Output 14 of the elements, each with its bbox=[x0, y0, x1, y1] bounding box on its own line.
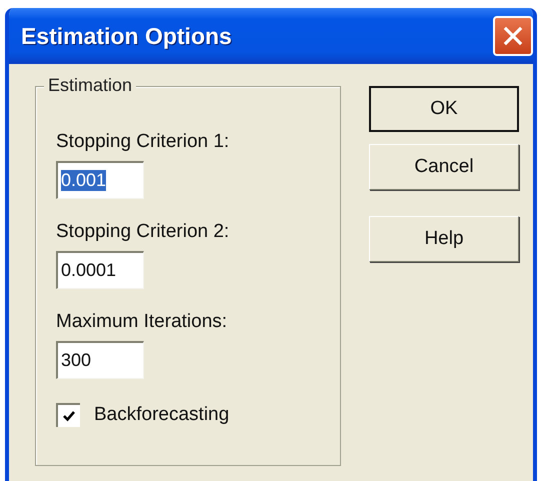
checkbox[interactable] bbox=[56, 403, 80, 427]
close-button[interactable] bbox=[493, 16, 533, 56]
checkbox-label: Backforecasting bbox=[94, 404, 230, 426]
dialog-button[interactable]: OK bbox=[369, 86, 519, 132]
input-field[interactable]: 300 bbox=[56, 341, 144, 379]
input-field[interactable]: 0.0001 bbox=[56, 251, 144, 289]
input-field[interactable]: 0.001 bbox=[56, 161, 144, 199]
field-label: Stopping Criterion 1: bbox=[56, 131, 230, 153]
close-icon bbox=[502, 25, 524, 47]
field-label: Stopping Criterion 2: bbox=[56, 221, 230, 243]
dialog-button[interactable]: Cancel bbox=[369, 144, 519, 190]
field-label: Maximum Iterations: bbox=[56, 311, 228, 333]
dialog-button[interactable]: Help bbox=[369, 216, 519, 262]
window-title: Estimation Options bbox=[21, 22, 232, 50]
